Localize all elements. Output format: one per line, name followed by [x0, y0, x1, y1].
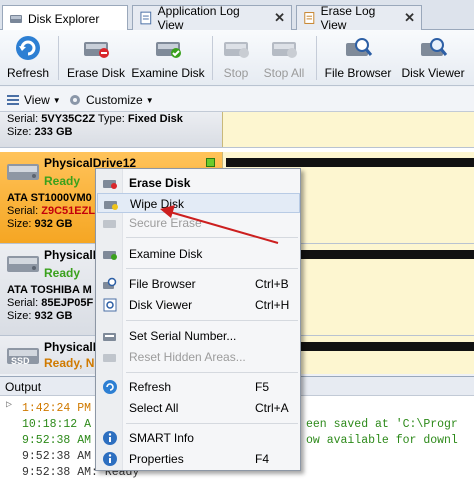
toolbar-divider [212, 36, 213, 80]
file-browser-icon [346, 38, 373, 56]
disk-status: Ready [44, 174, 81, 188]
refresh-button[interactable]: Refresh [6, 33, 50, 83]
log-line: 1:42:24 PM [22, 402, 92, 415]
disk-serial: Serial: Z9C51EZL [7, 205, 96, 217]
view-list-icon [7, 95, 19, 105]
disk-row[interactable]: Serial: 5VY35C2Z Type: Fixed Disk Size: … [0, 112, 474, 148]
disk-viewer-icon [103, 298, 117, 312]
stop-all-button[interactable]: Stop All [262, 33, 306, 83]
erase-disk-icon [103, 180, 117, 189]
tab-label: Application Log View [157, 4, 240, 32]
status-led [206, 158, 215, 167]
ssd-badge: SSD [11, 356, 30, 366]
menu-item-disk-viewer[interactable]: Disk Viewer Ctrl+H [97, 295, 300, 315]
refresh-icon [103, 380, 117, 394]
disk-model: ATA ST1000VM0 [7, 192, 92, 204]
stop-button[interactable]: Stop [218, 33, 254, 83]
menu-item-wipe-disk[interactable]: Wipe Disk [97, 193, 300, 213]
menu-item-erase-disk[interactable]: Erase Disk [97, 173, 300, 193]
serial-number-icon [103, 333, 116, 341]
log-line: 9:52:38 AM [22, 434, 92, 447]
tab-application-log-view[interactable]: Application Log View ✕ [132, 4, 292, 32]
chevron-down-icon: ▼ [52, 95, 61, 105]
tab-label: Disk Explorer [28, 11, 100, 26]
log-line-tail: een saved at 'C:\Progr [306, 418, 458, 431]
properties-icon [103, 452, 117, 466]
menu-item-file-browser[interactable]: File Browser Ctrl+B [97, 274, 300, 294]
tab-bar: Disk Explorer Application Log View ✕ Era… [0, 0, 474, 32]
erase-disk-button[interactable]: Erase Disk [66, 33, 126, 83]
menu-item-examine-disk[interactable]: Examine Disk [97, 244, 300, 264]
menu-separator [126, 372, 298, 373]
log-icon [140, 11, 152, 25]
wipe-disk-icon [104, 201, 118, 210]
examine-disk-icon [103, 251, 117, 260]
disk-size: Size: 233 GB [7, 126, 73, 138]
menu-item-smart-info[interactable]: SMART Info [97, 428, 300, 448]
file-browser-button[interactable]: File Browser [325, 33, 391, 83]
toolbar-divider [58, 36, 59, 80]
stop-icon [224, 42, 249, 58]
gear-icon [70, 95, 80, 105]
stop-all-icon [272, 42, 297, 58]
disk-size: Size: 932 GB [7, 218, 73, 230]
disk-model: ATA TOSHIBA M [7, 284, 92, 296]
toolbar-divider [316, 36, 317, 80]
disk-status: Ready [44, 266, 81, 280]
menu-item-set-serial-number[interactable]: Set Serial Number... [97, 326, 300, 346]
menu-item-refresh[interactable]: Refresh F5 [97, 377, 300, 397]
disk-name: PhysicalD [44, 340, 102, 354]
menu-separator [126, 237, 298, 238]
log-line: 9:52:38 AM [22, 450, 92, 463]
menu-separator [126, 268, 298, 269]
menu-separator [126, 423, 298, 424]
expand-arrow-icon[interactable]: ▷ [6, 399, 12, 411]
erase-log-icon [304, 12, 315, 24]
secure-erase-icon [103, 220, 116, 228]
chevron-down-icon: ▼ [145, 95, 154, 105]
hard-drive-icon [7, 164, 39, 180]
examine-disk-icon [156, 42, 181, 58]
customize-dropdown[interactable]: Customize ▼ [68, 91, 154, 109]
file-browser-icon [103, 277, 117, 289]
disk-status: Ready, No [44, 356, 102, 370]
menu-item-secure-erase[interactable]: Secure Erase [97, 213, 300, 233]
view-dropdown[interactable]: View ▼ [6, 91, 61, 109]
disk-partition-area [222, 112, 474, 147]
close-icon[interactable]: ✕ [404, 10, 415, 26]
info-icon [103, 431, 117, 445]
view-toolbar: View ▼ Customize ▼ [0, 87, 474, 112]
disk-serial: Serial: 85EJP05F [7, 297, 94, 309]
context-menu: Erase Disk Wipe Disk Secure Erase Examin… [95, 168, 301, 471]
log-line-tail: ow available for downl [306, 434, 458, 447]
disk-size: Size: 932 GB [7, 310, 73, 322]
close-icon[interactable]: ✕ [274, 10, 285, 26]
log-line: 10:18:12 A [22, 418, 92, 431]
partition-bar [226, 158, 474, 167]
reset-hidden-areas-icon [103, 354, 116, 362]
examine-disk-button[interactable]: Examine Disk [131, 33, 205, 83]
menu-item-properties[interactable]: Properties F4 [97, 449, 300, 469]
tab-disk-explorer[interactable]: Disk Explorer [2, 5, 128, 31]
main-toolbar: Refresh Erase Disk Examine Disk Stop Sto… [0, 30, 474, 86]
hard-drive-icon [7, 256, 39, 272]
refresh-icon [16, 36, 40, 60]
disk-viewer-button[interactable]: Disk Viewer [401, 33, 465, 83]
menu-item-reset-hidden-areas[interactable]: Reset Hidden Areas... [97, 347, 300, 367]
menu-separator [126, 320, 298, 321]
disk-explorer-icon [10, 14, 22, 23]
tab-erase-log-view[interactable]: Erase Log View ✕ [296, 4, 422, 32]
menu-item-select-all[interactable]: Select All Ctrl+A [97, 398, 300, 418]
erase-disk-icon [84, 42, 109, 58]
disk-serial: Serial: 5VY35C2Z Type: Fixed Disk [7, 113, 183, 125]
tab-label: Erase Log View [320, 4, 376, 32]
disk-name: PhysicalD [44, 248, 102, 262]
disk-viewer-icon [421, 38, 448, 56]
